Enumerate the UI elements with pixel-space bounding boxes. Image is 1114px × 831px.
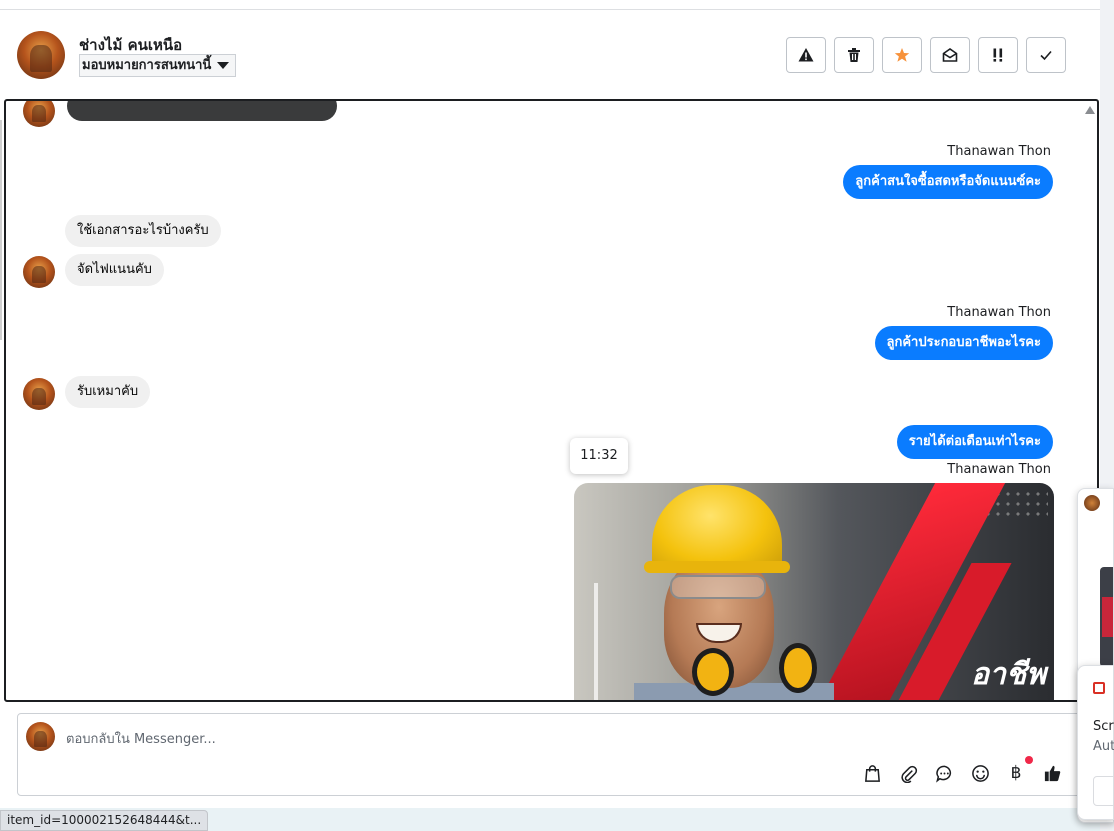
image-accent-line: [594, 583, 598, 700]
exclamation-icon: [993, 48, 1003, 62]
paperclip-icon: [900, 765, 917, 783]
image-ear-muff: [692, 648, 734, 696]
like-button[interactable]: [1041, 762, 1063, 784]
image-hard-hat: [652, 485, 782, 573]
notification-action-button[interactable]: [1093, 776, 1114, 806]
incoming-message[interactable]: รับเหมาคับ: [65, 376, 151, 408]
sender-name: Thanawan Thon: [947, 305, 1051, 320]
incoming-message[interactable]: จัดไฟแนนคับ: [65, 254, 164, 286]
emoji-icon: [971, 764, 989, 782]
side-preview-avatar: [1084, 495, 1100, 511]
contact-message-avatar: [23, 101, 55, 127]
header-actions: [786, 37, 1066, 73]
composer-tools: ฿: [861, 756, 1063, 784]
sender-name: Thanawan Thon: [947, 462, 1051, 477]
payment-button[interactable]: ฿: [1005, 756, 1033, 784]
scroll-up-arrow-icon[interactable]: [1085, 106, 1095, 114]
reply-composer: ฿: [17, 713, 1086, 796]
outgoing-message[interactable]: ลูกค้าสนใจซื้อสดหรือจัดแนนซ์คะ: [843, 165, 1053, 199]
check-icon: [1040, 50, 1052, 61]
notification-subtitle: Aut: [1093, 739, 1114, 754]
notification-dot: [1025, 756, 1033, 764]
star-button[interactable]: [882, 37, 922, 73]
star-icon: [894, 48, 910, 62]
screenshot-tool-icon: [1093, 682, 1105, 694]
screenshot-notification[interactable]: Scre Aut: [1077, 665, 1114, 820]
assign-label: มอบหมายการสนทนานี้: [82, 58, 212, 73]
image-safety-glasses: [670, 575, 766, 599]
notification-title: Scre: [1093, 719, 1114, 734]
chat-bubble-icon: [935, 765, 951, 783]
mark-unread-button[interactable]: [930, 37, 970, 73]
emoji-button[interactable]: [969, 762, 991, 784]
message-thread[interactable]: Thanawan Thon ลูกค้าสนใจซื้อสดหรือจัดแนน…: [4, 99, 1099, 702]
top-divider: [0, 0, 1100, 10]
image-ear-muff: [779, 643, 817, 693]
trash-icon: [848, 48, 860, 62]
contact-avatar[interactable]: [17, 31, 65, 79]
warning-icon: [798, 48, 814, 62]
image-hard-hat-brim: [644, 561, 790, 573]
delete-button[interactable]: [834, 37, 874, 73]
shopping-bag-button[interactable]: [861, 762, 883, 784]
baht-icon: ฿: [1010, 763, 1022, 783]
reply-input[interactable]: [66, 729, 966, 749]
timestamp-tooltip: 11:32: [570, 438, 628, 474]
outgoing-message[interactable]: ลูกค้าประกอบอาชีพอะไรคะ: [874, 326, 1053, 360]
contact-message-avatar: [23, 256, 55, 288]
sender-name: Thanawan Thon: [947, 144, 1051, 159]
previous-message-bubble: [67, 101, 337, 121]
shopping-bag-icon: [864, 764, 880, 782]
thumbs-up-icon: [1044, 765, 1060, 781]
envelope-open-icon: [942, 48, 958, 62]
follow-up-button[interactable]: [978, 37, 1018, 73]
incoming-message[interactable]: ใช้เอกสารอะไรบ้างครับ: [65, 215, 221, 247]
contact-message-avatar: [23, 378, 55, 410]
conversation-header: ช่างไม้ คนเหนือ มอบหมายการสนทนานี้: [0, 11, 1100, 99]
page: ช่างไม้ คนเหนือ มอบหมายการสนทนานี้ Thana…: [0, 0, 1114, 831]
image-headline: อาชีพ: [971, 657, 1046, 692]
page-avatar: [26, 722, 55, 751]
browser-status-url: item_id=100002152648444&t...: [0, 810, 209, 831]
outgoing-message[interactable]: รายได้ต่อเดือนเท่าไรคะ: [896, 425, 1053, 459]
attach-button[interactable]: [897, 762, 919, 784]
spam-button[interactable]: [786, 37, 826, 73]
done-button[interactable]: [1026, 37, 1066, 73]
saved-replies-button[interactable]: [933, 762, 955, 784]
assign-conversation-dropdown[interactable]: มอบหมายการสนทนานี้: [79, 54, 237, 77]
image-attachment[interactable]: อาชีพ: [574, 483, 1054, 700]
left-edge-divider: [0, 120, 2, 340]
side-preview-thumbnail: [1100, 567, 1113, 667]
caret-down-icon: [217, 62, 230, 69]
